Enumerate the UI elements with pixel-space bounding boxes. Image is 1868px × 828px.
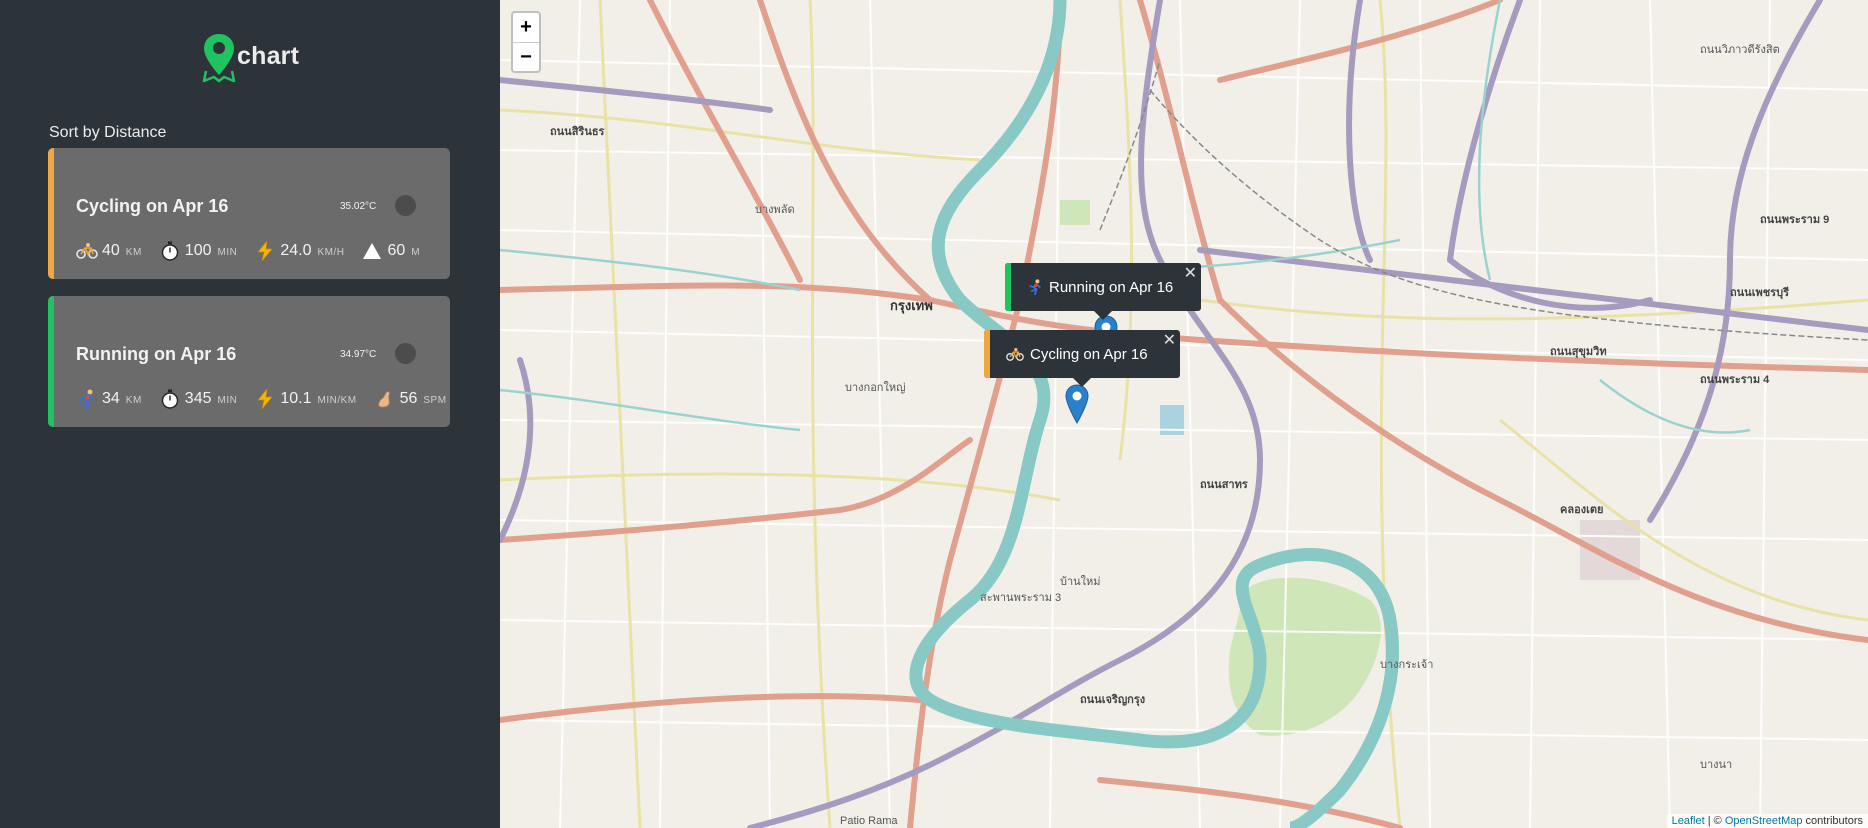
- popup-running[interactable]: Running on Apr 16 ✕: [1005, 263, 1201, 320]
- workout-temperature: 34.97°C: [340, 349, 377, 360]
- popup-content: Running on Apr 16: [1027, 279, 1173, 296]
- stat-cadence: 56 SPM: [374, 388, 447, 410]
- zoom-in-button[interactable]: +: [513, 13, 539, 42]
- runner-icon: [1027, 279, 1043, 295]
- place-label: บางกระเจ้า: [1380, 659, 1434, 671]
- stat-pace: 10.1 MIN/KM: [254, 388, 356, 410]
- map-marker-cycling[interactable]: [1065, 384, 1089, 424]
- stat-unit: KM: [125, 247, 142, 258]
- place-label: คลองเตย: [1560, 504, 1604, 516]
- app-logo: chart: [202, 30, 299, 86]
- stat-unit: MIN/KM: [317, 395, 357, 406]
- lightning-icon: [254, 388, 276, 410]
- stat-elevation: 60 M: [361, 240, 420, 262]
- stat-unit: MIN: [217, 395, 238, 406]
- stat-unit: KM/H: [317, 247, 345, 258]
- zoom-control: + −: [511, 11, 541, 73]
- workout-card-cycling[interactable]: Cycling on Apr 16 35.02°C 40 KM 100 MIN: [48, 148, 450, 279]
- stat-distance: 34 KM: [76, 388, 142, 410]
- stat-duration: 345 MIN: [159, 388, 238, 410]
- leaflet-link[interactable]: Leaflet: [1672, 815, 1705, 827]
- openstreetmap-link[interactable]: OpenStreetMap: [1725, 815, 1803, 827]
- stat-value: 34: [102, 390, 120, 407]
- workout-accent-bar: [48, 296, 54, 427]
- place-label: บ้านใหม่: [1060, 576, 1101, 588]
- place-label: ถนนพระราม 9: [1760, 214, 1830, 226]
- mountain-icon: [361, 240, 383, 262]
- stopwatch-icon: [159, 240, 181, 262]
- popup-label: Cycling on Apr 16: [1030, 345, 1148, 363]
- sort-by-distance-button[interactable]: Sort by Distance: [49, 124, 166, 142]
- stat-value: 10.1: [280, 390, 312, 407]
- place-label: กรุงเทพ: [890, 298, 933, 313]
- stat-value: 40: [102, 242, 120, 259]
- popup-close-button[interactable]: ✕: [1184, 263, 1197, 283]
- place-label: บางกอกใหญ่: [845, 382, 906, 394]
- stat-unit: M: [411, 247, 421, 258]
- popup-close-button[interactable]: ✕: [1163, 330, 1176, 350]
- workout-temperature: 35.02°C: [340, 201, 377, 212]
- weather-icon: [395, 195, 416, 216]
- runner-icon: [76, 388, 98, 410]
- workout-title: Cycling on Apr 16: [76, 196, 229, 216]
- app-logo-text: chart: [237, 41, 300, 70]
- place-label: ถนนพระราม 4: [1700, 374, 1770, 386]
- place-label: บางพลัด: [755, 204, 795, 216]
- popup-tip: [1073, 378, 1091, 387]
- workout-title: Running on Apr 16: [76, 344, 237, 364]
- place-label: Patio Rama: [840, 815, 898, 827]
- map-labels: ถนนสิรินธร บางพลัด กรุงเทพ บางกอกใหญ่ ถน…: [500, 0, 1868, 828]
- place-label: ถนนสิรินธร: [550, 126, 605, 138]
- place-label: บางนา: [1700, 759, 1733, 771]
- sidebar: chart Sort by Distance Cycling on Apr 16…: [0, 0, 500, 828]
- popup-accent-bar: [984, 330, 990, 378]
- stopwatch-icon: [159, 388, 181, 410]
- zoom-out-button[interactable]: −: [513, 42, 539, 71]
- workout-stats: 40 KM 100 MIN 24.0 KM/H 60 M: [76, 240, 437, 262]
- attribution-separator: | ©: [1704, 815, 1725, 827]
- stat-value: 60: [387, 242, 406, 259]
- lightning-icon: [254, 240, 276, 262]
- map-pin-logo-icon: [202, 34, 236, 83]
- stat-unit: KM: [125, 395, 142, 406]
- place-label: ถนนสุขุมวิท: [1550, 346, 1607, 358]
- popup-accent-bar: [1005, 263, 1011, 311]
- workout-stats: 34 KM 345 MIN 10.1 MIN/KM 56 SPM: [76, 388, 450, 410]
- stat-value: 24.0: [280, 242, 312, 259]
- bicycle-icon: [1006, 347, 1024, 362]
- place-label: ถนนสาทร: [1200, 479, 1248, 491]
- stat-value: 345: [184, 390, 212, 407]
- stat-value: 56: [399, 390, 418, 407]
- workout-accent-bar: [48, 148, 54, 279]
- stat-distance: 40 KM: [76, 240, 142, 262]
- stat-speed: 24.0 KM/H: [254, 240, 344, 262]
- map-attribution: Leaflet | © OpenStreetMap contributors: [1666, 814, 1868, 828]
- stat-duration: 100 MIN: [159, 240, 238, 262]
- footprint-icon: [374, 388, 396, 410]
- weather-icon: [395, 343, 416, 364]
- popup-label: Running on Apr 16: [1049, 278, 1174, 296]
- bicycle-icon: [76, 240, 98, 262]
- place-label: สะพานพระราม 3: [980, 592, 1062, 604]
- map[interactable]: ถนนสิรินธร บางพลัด กรุงเทพ บางกอกใหญ่ ถน…: [500, 0, 1868, 828]
- workout-card-running[interactable]: Running on Apr 16 34.97°C 34 KM 345 MIN: [48, 296, 450, 427]
- popup-content: Cycling on Apr 16: [1006, 346, 1148, 363]
- stat-unit: SPM: [423, 395, 447, 406]
- popup-cycling[interactable]: Cycling on Apr 16 ✕: [984, 330, 1180, 387]
- stat-unit: MIN: [217, 247, 238, 258]
- place-label: ถนนวิภาวดีรังสิต: [1700, 44, 1780, 56]
- stat-value: 100: [184, 242, 212, 259]
- popup-tip: [1094, 311, 1112, 320]
- place-label: ถนนเจริญกรุง: [1080, 694, 1146, 706]
- attribution-text: contributors: [1802, 815, 1863, 827]
- place-label: ถนนเพชรบุรี: [1730, 287, 1789, 299]
